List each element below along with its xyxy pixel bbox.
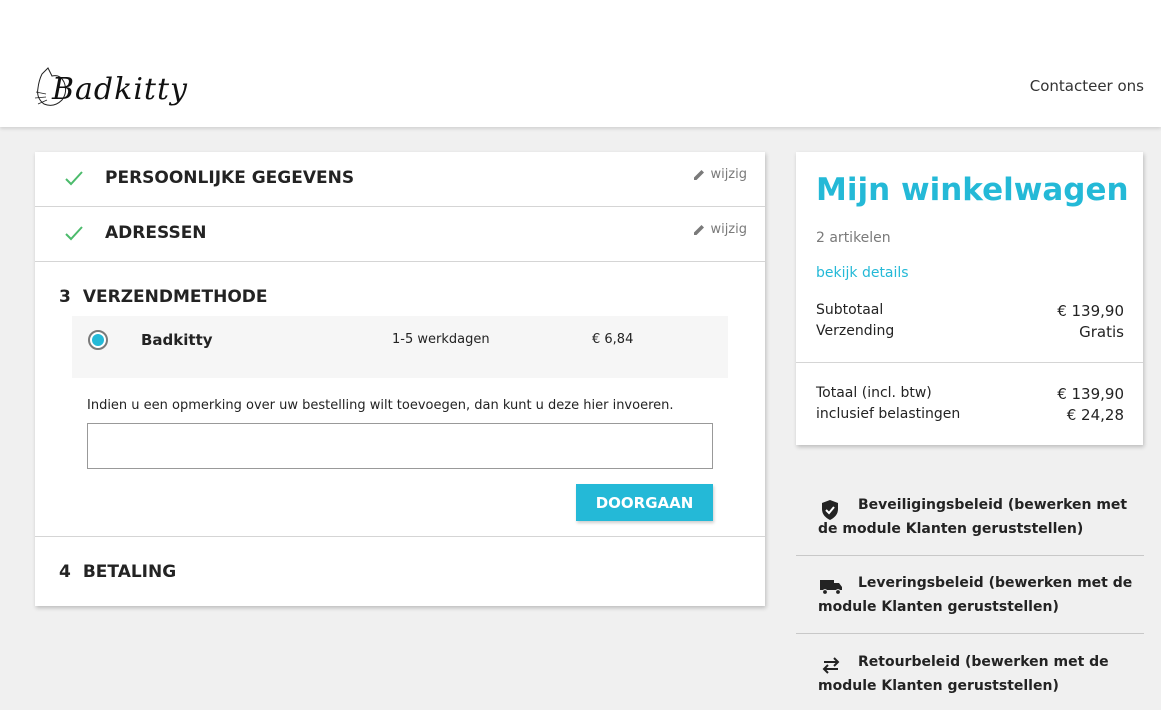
- tax-value: € 24,28: [1066, 406, 1124, 424]
- swap-arrows-icon: [822, 657, 840, 674]
- reassurance-text: Beveiligingsbeleid (bewerken met de modu…: [796, 493, 1144, 541]
- shipping-value: Gratis: [1079, 323, 1124, 341]
- order-comment-textarea[interactable]: [87, 423, 713, 469]
- step-shipping-method: 3 VERZENDMETHODE Badkitty 1-5 werkdagen €…: [35, 262, 765, 537]
- checkmark-icon: [65, 226, 83, 241]
- contact-link[interactable]: Contacteer ons: [1030, 77, 1144, 95]
- step-number: 4: [59, 562, 71, 582]
- edit-addresses-link[interactable]: wijzig: [692, 222, 747, 237]
- step-title: ADRESSEN: [105, 223, 207, 243]
- comment-label: Indien u een opmerking over uw bestellin…: [87, 398, 674, 413]
- subtotal-row: Subtotaal € 139,90: [816, 302, 1124, 320]
- logo[interactable]: Badkitty: [34, 66, 188, 114]
- reassurance-returns: Retourbeleid (bewerken met de module Kla…: [796, 650, 1144, 705]
- total-row: Totaal (incl. btw) € 139,90: [816, 385, 1124, 403]
- carrier-price: € 6,84: [592, 332, 634, 347]
- pencil-icon: [694, 169, 705, 180]
- shield-icon: [822, 500, 838, 520]
- subtotal-label: Subtotaal: [816, 302, 884, 318]
- shipping-row: Verzending Gratis: [816, 323, 1124, 341]
- carrier-option[interactable]: Badkitty 1-5 werkdagen € 6,84: [72, 316, 728, 378]
- continue-button[interactable]: DOORGAAN: [576, 484, 713, 521]
- step-title: VERZENDMETHODE: [82, 287, 268, 307]
- reassurance-line: module Klanten geruststellen): [818, 678, 1059, 694]
- step-heading: 4 BETALING: [59, 562, 176, 582]
- reassurance-security: Beveiligingsbeleid (bewerken met de modu…: [796, 493, 1144, 556]
- tax-row: inclusief belastingen € 24,28: [816, 406, 1124, 424]
- step-title: PERSOONLIJKE GEGEVENS: [105, 168, 355, 188]
- step-addresses[interactable]: ADRESSEN wijzig: [35, 207, 765, 262]
- edit-label: wijzig: [710, 222, 747, 237]
- total-value: € 139,90: [1057, 385, 1124, 403]
- step-number: 3: [59, 287, 71, 307]
- edit-personal-info-link[interactable]: wijzig: [692, 167, 747, 182]
- cart-title: Mijn winkelwagen: [816, 172, 1129, 208]
- reassurance-line: Retourbeleid (bewerken met de: [858, 654, 1109, 670]
- cart-details-link[interactable]: bekijk details: [816, 265, 909, 281]
- reassurance-delivery: Leveringsbeleid (bewerken met de module …: [796, 571, 1144, 634]
- step-personal-info[interactable]: PERSOONLIJKE GEGEVENS wijzig: [35, 152, 765, 207]
- subtotal-value: € 139,90: [1057, 302, 1124, 320]
- reassurance-line: de module Klanten geruststellen): [818, 521, 1084, 537]
- checkout-steps: PERSOONLIJKE GEGEVENS wijzig ADRESSEN wi…: [35, 152, 765, 606]
- carrier-radio[interactable]: [88, 330, 108, 350]
- reassurance-line: Beveiligingsbeleid (bewerken met: [858, 497, 1128, 513]
- divider: [796, 362, 1143, 363]
- total-label: Totaal (incl. btw): [816, 385, 932, 401]
- edit-label: wijzig: [710, 167, 747, 182]
- tax-label: inclusief belastingen: [816, 406, 961, 422]
- step-payment[interactable]: 4 BETALING: [35, 537, 765, 606]
- truck-icon: [820, 580, 842, 595]
- reassurance-text: Leveringsbeleid (bewerken met de module …: [796, 571, 1144, 619]
- shipping-label: Verzending: [816, 323, 895, 339]
- pencil-icon: [694, 224, 705, 235]
- reassurance-line: Leveringsbeleid (bewerken met de: [858, 575, 1133, 591]
- carrier-name: Badkitty: [141, 331, 213, 349]
- step-heading: 3 VERZENDMETHODE: [59, 287, 268, 307]
- cart-summary: Mijn winkelwagen 2 artikelen bekijk deta…: [796, 152, 1143, 445]
- logo-text: Badkitty: [52, 72, 188, 107]
- cart-item-count: 2 artikelen: [816, 230, 891, 246]
- carrier-delay: 1-5 werkdagen: [392, 332, 490, 347]
- reassurance-line: module Klanten geruststellen): [818, 599, 1059, 615]
- step-title: BETALING: [82, 562, 177, 582]
- site-header: Badkitty Contacteer ons: [0, 0, 1161, 127]
- checkmark-icon: [65, 171, 83, 186]
- reassurance-text: Retourbeleid (bewerken met de module Kla…: [796, 650, 1144, 698]
